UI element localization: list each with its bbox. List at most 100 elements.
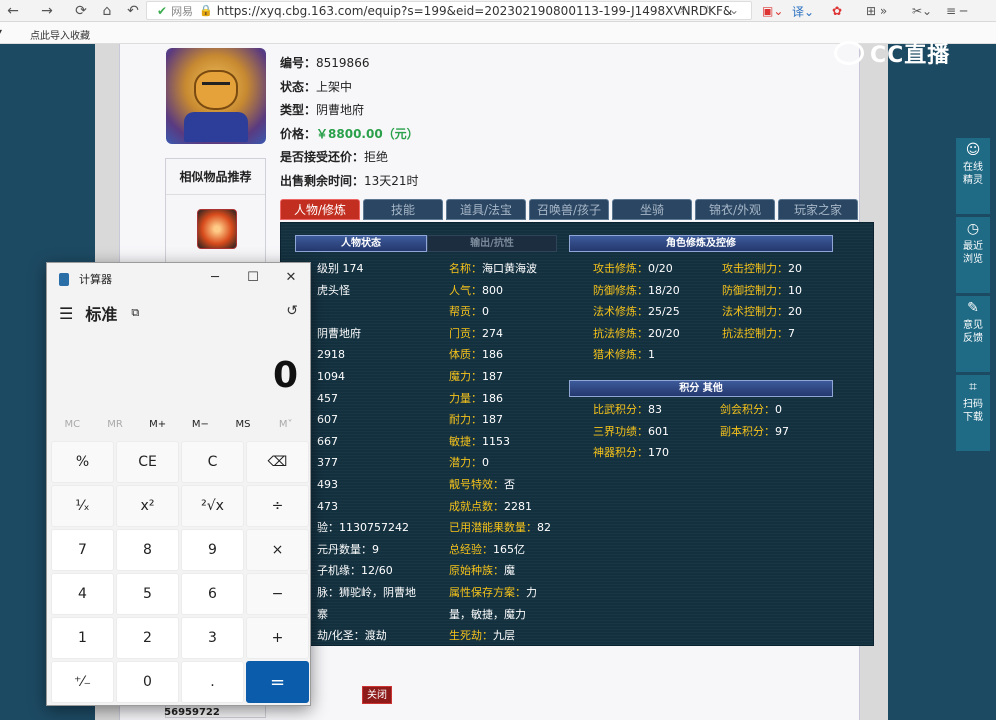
calc-key[interactable]: 8: [116, 529, 179, 571]
status-attr-label: 体质：: [449, 348, 482, 362]
calc-key[interactable]: %: [51, 441, 114, 483]
calc-key[interactable]: =: [246, 661, 309, 703]
status-attr-value: 九层: [493, 629, 515, 643]
points2-row: 副本积分：97: [720, 421, 789, 443]
points-value: 601: [648, 424, 669, 438]
item-info: 编号：8519866 状态：上架中 类型：阴曹地府 价格：￥8800.00（元） 是否接…: [280, 52, 419, 193]
memory-button[interactable]: M−: [179, 419, 222, 430]
calc-key[interactable]: ⌫: [246, 441, 309, 483]
calc-key[interactable]: C: [181, 441, 244, 483]
cultivation-value: 1: [648, 348, 655, 362]
tab-6[interactable]: 玩家之家: [778, 199, 858, 220]
header-cultivation: 角色修炼及控修: [569, 235, 833, 252]
tab-0[interactable]: 人物/修炼: [280, 199, 360, 220]
memory-button[interactable]: MS: [222, 419, 265, 430]
calc-key[interactable]: 5: [116, 573, 179, 615]
history-icon[interactable]: ↺: [286, 303, 298, 319]
status-attr-row: 门贡：274: [449, 323, 551, 345]
side-item[interactable]: ◷ 最近 浏览: [956, 217, 990, 293]
calc-key[interactable]: −: [246, 573, 309, 615]
forward-icon[interactable]: →: [34, 0, 60, 22]
tab-1[interactable]: 技能: [363, 199, 443, 220]
info-row: 是否接受还价：拒绝: [280, 146, 419, 170]
info-row: 状态：上架中: [280, 76, 419, 100]
similar-item-thumb[interactable]: [197, 209, 237, 249]
info-value: 13天21时: [364, 173, 419, 188]
close-icon[interactable]: ✕: [272, 263, 310, 291]
memory-button[interactable]: M+: [136, 419, 179, 430]
memory-button[interactable]: M˅: [264, 419, 307, 430]
address-bar[interactable]: ✔ 网易 🔒 https://xyq.cbg.163.com/equip?s=1…: [146, 1, 752, 20]
side-item[interactable]: ☺ 在线 精灵: [956, 138, 990, 214]
points2-value: 97: [775, 424, 789, 438]
calc-key[interactable]: 6: [181, 573, 244, 615]
calc-key[interactable]: ⁺⁄₋: [51, 661, 114, 703]
calc-key[interactable]: 3: [181, 617, 244, 659]
cultivation-left: 攻击修炼：0/20 防御修炼：18/20 法术修炼：25/25 抗法修炼：20/20 猎…: [593, 258, 680, 366]
points2-label: 剑会积分：: [720, 403, 775, 416]
calc-key[interactable]: ÷: [246, 485, 309, 527]
undo-icon[interactable]: ↶: [120, 0, 146, 22]
status-left-row: 验：1130757242: [317, 521, 409, 535]
calc-key[interactable]: 2: [116, 617, 179, 659]
calc-key[interactable]: +: [246, 617, 309, 659]
calc-key[interactable]: 4: [51, 573, 114, 615]
tab-3[interactable]: 召唤兽/孩子: [529, 199, 609, 220]
side-item-label: 最近 浏览: [963, 241, 983, 265]
address-actions[interactable]: ⚡ ☆ ⌄: [678, 3, 745, 17]
keep-on-top-icon[interactable]: ⧉: [131, 306, 139, 320]
points-label: 三界功绩：: [593, 424, 648, 438]
calc-key[interactable]: .: [181, 661, 244, 703]
status-attr-row: 敏捷：1153: [449, 431, 551, 453]
extension-icon[interactable]: ▣⌄: [762, 2, 783, 20]
control-row: 防御控制力：10: [722, 280, 802, 302]
status-attr-value: 800: [482, 283, 503, 297]
minimize-icon[interactable]: ─: [196, 263, 234, 291]
status-left-row: 2918: [317, 348, 345, 362]
calc-key[interactable]: 9: [181, 529, 244, 571]
status-attr-row: 体质：186: [449, 344, 551, 366]
refresh-icon[interactable]: ⟳: [68, 0, 94, 22]
close-button[interactable]: 关闭: [362, 686, 392, 704]
maximize-icon[interactable]: ☐: [234, 263, 272, 291]
side-item[interactable]: ⌗ 扫码 下载: [956, 375, 990, 451]
cultivation-label: 猎术修炼：: [593, 348, 648, 362]
cultivation-label: 攻击修炼：: [593, 262, 648, 275]
status-left-row: 阴曹地府: [317, 326, 361, 340]
menu-icon[interactable]: ≡ ─: [946, 2, 967, 20]
calc-key[interactable]: CE: [116, 441, 179, 483]
site-label: 网易: [171, 4, 194, 18]
memory-row: MC MR M+ M− MS M˅: [51, 419, 307, 430]
translate-icon[interactable]: 译⌄: [792, 2, 814, 20]
calc-key[interactable]: 0: [116, 661, 179, 703]
calc-key[interactable]: 1: [51, 617, 114, 659]
cultivation-value: 18/20: [648, 283, 680, 297]
status-attr-row: 靓号特效：否: [449, 474, 551, 496]
hamburger-icon[interactable]: ☰: [59, 304, 73, 323]
status-left-row: 级别 174: [317, 262, 364, 275]
memory-button[interactable]: MR: [94, 419, 137, 430]
calc-key[interactable]: x²: [116, 485, 179, 527]
side-item[interactable]: ✎ 意见 反馈: [956, 296, 990, 372]
calc-key[interactable]: ×: [246, 529, 309, 571]
status-attr-value: 0: [482, 456, 489, 470]
status-attr-value: 否: [504, 477, 515, 491]
game-icon[interactable]: ✿: [832, 2, 842, 20]
memory-button[interactable]: MC: [51, 419, 94, 430]
status-attr-row: 耐力：187: [449, 409, 551, 431]
cultivation-label: 抗法修炼：: [593, 326, 648, 340]
cut-icon[interactable]: ✂⌄: [912, 2, 932, 20]
points-row: 三界功绩：601: [593, 421, 669, 443]
tab-5[interactable]: 锦衣/外观: [695, 199, 775, 220]
calc-key[interactable]: ¹⁄ₓ: [51, 485, 114, 527]
tab-4[interactable]: 坐骑: [612, 199, 692, 220]
character-portrait: [166, 48, 266, 144]
bookmark-import-link[interactable]: 点此导入收藏: [30, 27, 90, 42]
home-icon[interactable]: ⌂: [94, 0, 120, 22]
back-icon[interactable]: ←: [0, 0, 26, 22]
calc-key[interactable]: ²√x: [181, 485, 244, 527]
tab-2[interactable]: 道具/法宝: [446, 199, 526, 220]
calc-key[interactable]: 7: [51, 529, 114, 571]
apps-icon[interactable]: ⊞ »: [866, 2, 887, 20]
control-value: 7: [788, 326, 795, 340]
